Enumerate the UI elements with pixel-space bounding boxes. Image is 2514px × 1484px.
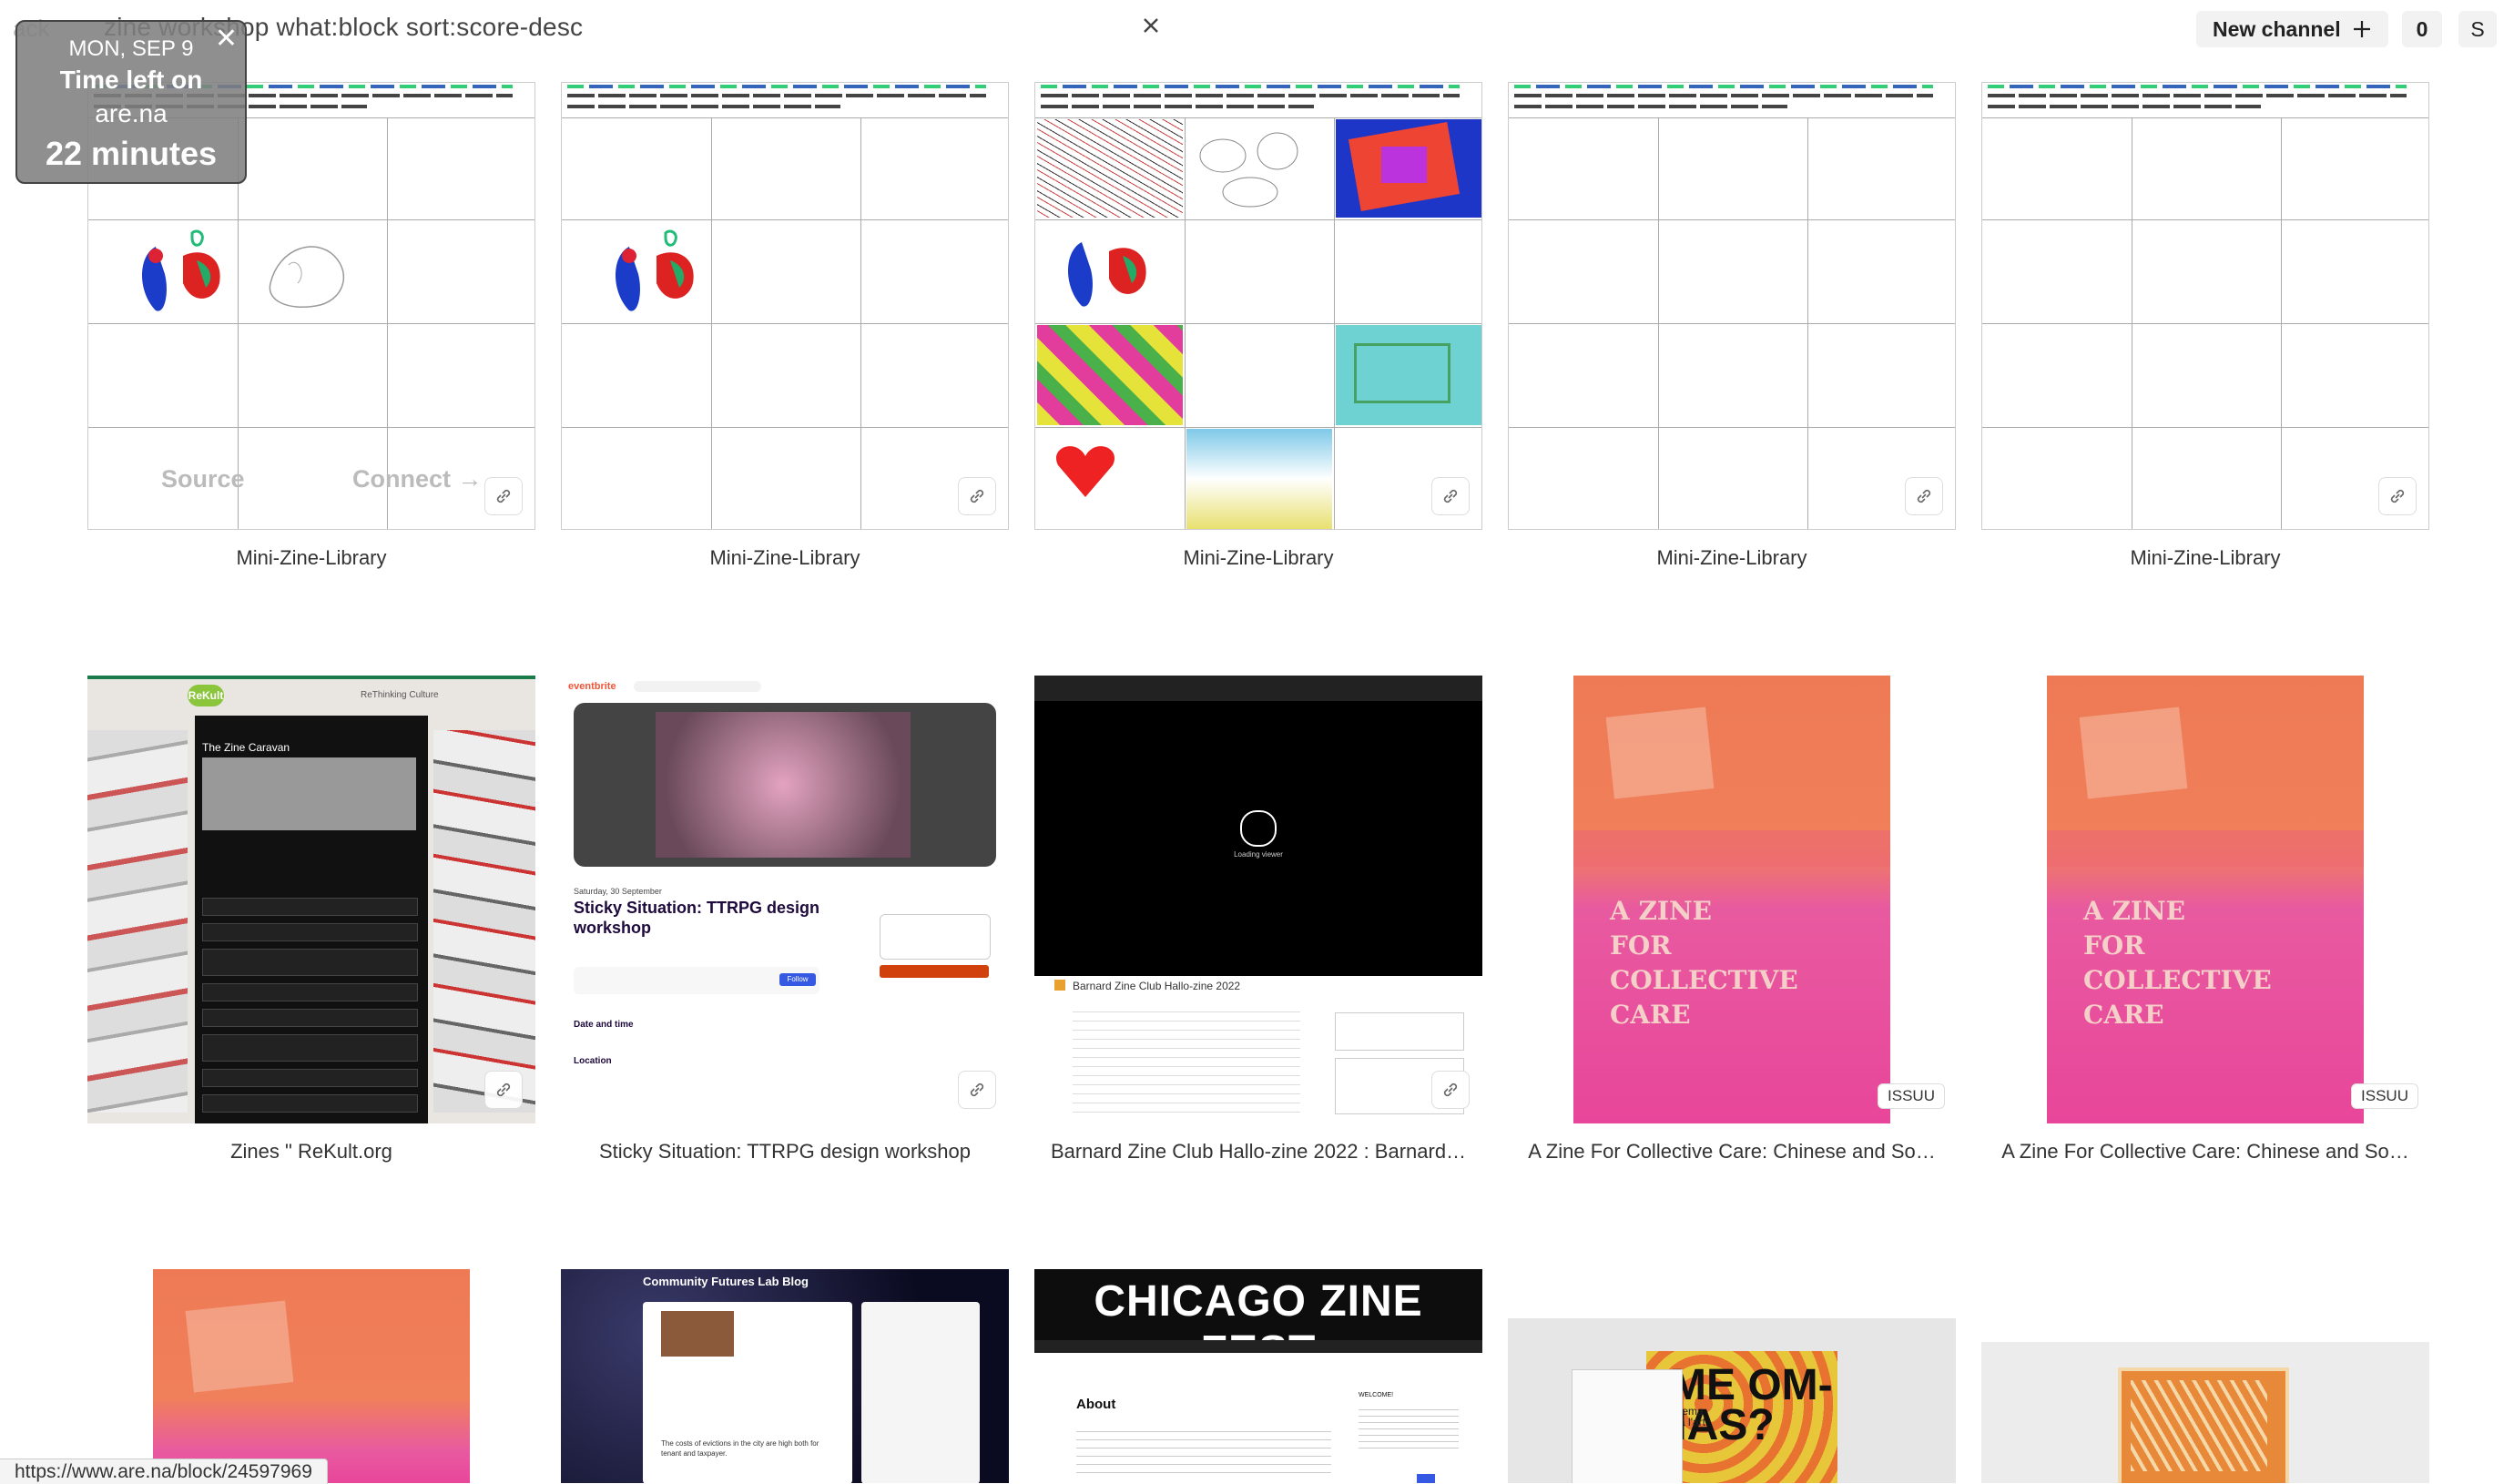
timer-site: are.na [95, 99, 168, 127]
block-thumbnail[interactable]: A ZINE FOR COLLECTIVE CARE ISSUU [1508, 676, 1956, 1123]
link-icon[interactable] [484, 1071, 523, 1109]
notification-count[interactable]: 0 [2402, 11, 2442, 47]
mini-zine-grid-image [561, 82, 1009, 530]
issuu-badge: ISSUU [1878, 1083, 1945, 1109]
event-title: Sticky Situation: TTRPG design workshop [574, 899, 820, 937]
close-icon[interactable]: ✕ [215, 25, 238, 53]
welcome-label: WELCOME! [1359, 1392, 1394, 1398]
mini-zine-grid-image [1981, 82, 2429, 530]
link-icon[interactable] [1431, 477, 1470, 515]
chicago-zine-fest-title: CHICAGO ZINE FEST [1094, 1277, 1423, 1376]
block-caption[interactable]: Zines " ReKult.org [87, 1140, 535, 1164]
eventbrite-logo: eventbrite [568, 681, 616, 692]
block-thumbnail[interactable]: eventbrite Saturday, 30 September Sticky… [561, 676, 1009, 1123]
block-caption[interactable]: Mini-Zine-Library [1508, 546, 1956, 570]
block-caption[interactable]: Mini-Zine-Library [87, 546, 535, 570]
cfl-blog-title: Community Futures Lab Blog [643, 1275, 809, 1288]
follow-button[interactable]: Follow [779, 973, 816, 986]
zine-cover-title: A ZINE FOR COLLECTIVE CARE [2083, 896, 2272, 1030]
timer-title: Time left on [59, 66, 203, 94]
new-channel-button[interactable]: New channel [2196, 11, 2388, 47]
block-thumbnail[interactable] [1034, 82, 1482, 530]
cfl-blog-text: The costs of evictions in the city are h… [661, 1439, 819, 1458]
block-thumbnail[interactable] [1981, 82, 2429, 530]
status-url: https://www.are.na/block/24597969 [0, 1459, 328, 1484]
block-hover-actions: Source Connect → [88, 465, 534, 502]
archive-item-title: Barnard Zine Club Hallo-zine 2022 [1073, 980, 1241, 992]
link-icon[interactable] [1905, 477, 1943, 515]
mini-zine-grid-image [1034, 82, 1482, 530]
block-thumbnail[interactable] [561, 82, 1009, 530]
link-icon[interactable] [958, 477, 996, 515]
block-thumbnail[interactable]: ReKult ReThinking Culture The Zine Carav… [87, 676, 535, 1123]
plus-icon [2353, 21, 2370, 37]
close-icon[interactable] [1138, 13, 1164, 38]
time-left-overlay: ✕ MON, SEP 9 Time left on are.na 22 minu… [15, 20, 247, 184]
new-channel-label: New channel [2213, 16, 2341, 41]
block-thumbnail[interactable]: ¡ME OM-ÑAS? El cinema pensa l'art [1508, 1269, 1956, 1483]
avatar[interactable]: S [2458, 11, 2497, 47]
zine-cover-title: A ZINE FOR COLLECTIVE CARE [1610, 896, 1798, 1030]
block-caption[interactable]: A Zine For Collective Care: Chinese and … [1508, 1140, 1956, 1164]
rekult-tagline: ReThinking Culture [361, 690, 439, 700]
link-icon[interactable] [484, 477, 523, 515]
block-thumbnail[interactable]: A ZINE FOR COLLECTIVE CARE ISSUU [1981, 676, 2429, 1123]
mini-zine-grid-image [1508, 82, 1956, 530]
timer-date: MON, SEP 9 [68, 36, 194, 61]
link-icon[interactable] [1431, 1071, 1470, 1109]
block-caption[interactable]: Sticky Situation: TTRPG design workshop [561, 1140, 1009, 1164]
block-caption[interactable]: A Zine For Collective Care: Chinese and … [1981, 1140, 2429, 1164]
block-thumbnail[interactable] [87, 1269, 535, 1483]
link-icon[interactable] [2378, 477, 2417, 515]
link-icon[interactable] [958, 1071, 996, 1109]
rekult-heading: The Zine Caravan [202, 741, 290, 754]
timer-remaining: 22 minutes [45, 135, 218, 172]
block-caption[interactable]: Barnard Zine Club Hallo-zine 2022 : Barn… [1034, 1140, 1482, 1164]
block-thumbnail[interactable]: Loading viewer Barnard Zine Club Hallo-z… [1034, 676, 1482, 1123]
issuu-badge: ISSUU [2351, 1083, 2418, 1109]
event-date: Saturday, 30 September [574, 887, 662, 896]
block-thumbnail[interactable] [1508, 82, 1956, 530]
block-caption[interactable]: Mini-Zine-Library [1981, 546, 2429, 570]
event-location-label: Location [574, 1056, 612, 1066]
block-caption[interactable]: Mini-Zine-Library [1034, 546, 1482, 570]
about-heading: About [1076, 1397, 1116, 1412]
rekult-logo: ReKult [188, 685, 224, 706]
block-thumbnail[interactable]: Community Futures Lab Blog The costs of … [561, 1269, 1009, 1483]
block-caption[interactable]: Mini-Zine-Library [561, 546, 1009, 570]
source-button[interactable]: Source [161, 465, 245, 493]
block-thumbnail[interactable]: CHICAGO ZINE FEST About WELCOME! [1034, 1269, 1482, 1483]
viewer-loading: Loading viewer [1234, 850, 1283, 859]
event-datetime-label: Date and time [574, 1020, 634, 1030]
top-bar: ack zine workshop what:block sort:score-… [0, 0, 2514, 58]
connect-button[interactable]: Connect → [352, 465, 483, 493]
block-thumbnail[interactable] [1981, 1269, 2429, 1483]
